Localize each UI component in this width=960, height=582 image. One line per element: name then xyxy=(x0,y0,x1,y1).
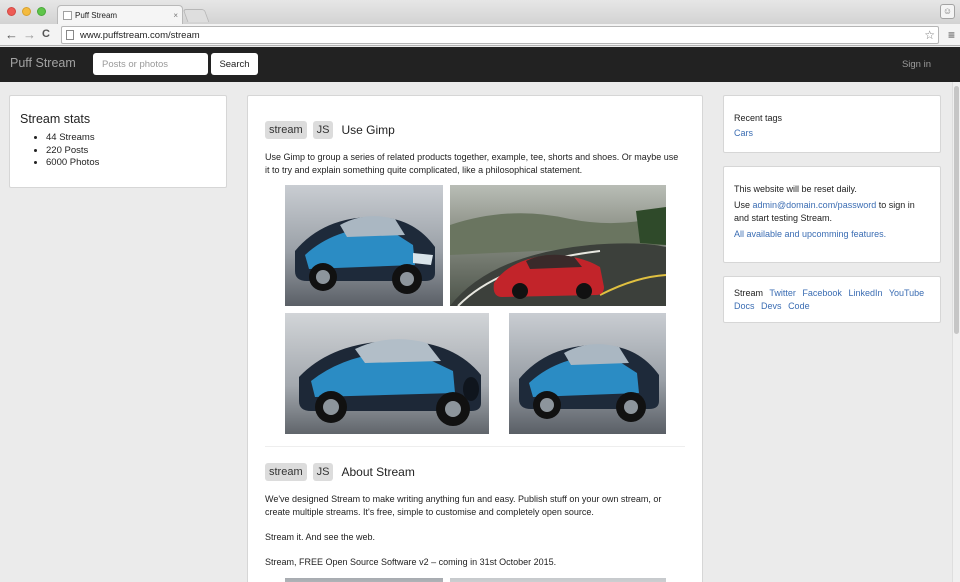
bookmark-star-icon[interactable]: ☆ xyxy=(924,28,938,42)
search-button[interactable]: Search xyxy=(211,53,258,75)
minimize-window-button[interactable] xyxy=(22,7,31,16)
notice-prefix: Use xyxy=(734,200,753,210)
twitter-link[interactable]: Twitter xyxy=(769,288,796,298)
admin-credentials-link[interactable]: admin@domain.com/password xyxy=(753,200,877,210)
car-photo-next[interactable] xyxy=(285,578,443,582)
reset-notice-title: This website will be reset daily. xyxy=(734,184,857,194)
reload-icon[interactable]: C xyxy=(42,26,50,43)
post-paragraph: Stream it. And see the web. xyxy=(265,532,376,542)
tag-stream[interactable]: stream xyxy=(265,121,307,139)
recent-tags-title: Recent tags xyxy=(734,113,783,123)
car-photo-blue-supercar[interactable] xyxy=(285,185,443,306)
car-photo-blue-supercar-front[interactable] xyxy=(285,313,489,434)
stream-stats-title: Stream stats xyxy=(20,112,91,126)
tag-js[interactable]: JS xyxy=(312,121,334,139)
post-paragraph: Use Gimp to group a series of related pr… xyxy=(265,152,679,175)
post-title[interactable]: About Stream xyxy=(341,465,414,479)
profile-icon[interactable]: ☺ xyxy=(940,4,955,19)
address-url[interactable]: www.puffstream.com/stream xyxy=(80,30,924,41)
post-paragraph: Stream, FREE Open Source Software v2 – c… xyxy=(265,557,557,567)
code-link[interactable]: Code xyxy=(788,301,810,311)
stat-streams: 44 Streams xyxy=(46,132,216,145)
browser-tab-title: Puff Stream xyxy=(75,10,118,20)
new-tab-button[interactable] xyxy=(182,9,210,22)
page-icon xyxy=(66,30,74,40)
zoom-window-button[interactable] xyxy=(37,7,46,16)
browser-tab[interactable]: Puff Stream × xyxy=(57,5,183,24)
recent-tags-panel: Recent tags Cars xyxy=(723,95,941,153)
page-scrollbar[interactable] xyxy=(952,82,960,582)
post-paragraph: We've designed Stream to make writing an… xyxy=(265,494,662,517)
stream-feed: stream JS Use Gimp Use Gimp to group a s… xyxy=(247,95,703,582)
footer-links-panel: Stream Twitter Facebook LinkedIn YouTube… xyxy=(723,276,941,323)
scrollbar-thumb[interactable] xyxy=(954,86,959,334)
page-favicon-icon xyxy=(63,10,72,20)
window-controls xyxy=(7,7,46,16)
recent-tag-cars[interactable]: Cars xyxy=(734,128,930,138)
facebook-link[interactable]: Facebook xyxy=(802,288,842,298)
back-icon[interactable]: ← xyxy=(5,26,18,43)
reset-notice-panel: This website will be reset daily. Use ad… xyxy=(723,166,941,263)
linkedin-link[interactable]: LinkedIn xyxy=(848,288,882,298)
close-window-button[interactable] xyxy=(7,7,16,16)
forward-icon[interactable]: → xyxy=(23,26,36,43)
post-divider xyxy=(265,446,685,447)
reset-notice-text: Use admin@domain.com/password to sign in… xyxy=(734,199,930,224)
browser-menu-icon[interactable]: ≡ xyxy=(948,28,955,42)
footer-stream-label: Stream xyxy=(734,288,764,298)
youtube-link[interactable]: YouTube xyxy=(889,288,924,298)
stat-photos: 6000 Photos xyxy=(46,157,216,170)
browser-tabstrip: Puff Stream × ☺ xyxy=(0,0,960,24)
car-photo-next[interactable] xyxy=(450,578,666,582)
docs-link[interactable]: Docs xyxy=(734,301,755,311)
post-about-stream: stream JS About Stream We've designed St… xyxy=(265,463,685,581)
devs-link[interactable]: Devs xyxy=(761,301,782,311)
brand-logo[interactable]: Puff Stream xyxy=(10,56,76,70)
post-body: We've designed Stream to make writing an… xyxy=(265,493,685,569)
stream-stats-list: 44 Streams 220 Posts 6000 Photos xyxy=(20,132,216,170)
car-photo-red-sports-car[interactable] xyxy=(450,185,666,306)
sign-in-link[interactable]: Sign in xyxy=(902,59,931,70)
post-body: Use Gimp to group a series of related pr… xyxy=(265,151,685,177)
car-photo-blue-supercar-side[interactable] xyxy=(509,313,666,434)
browser-toolbar: ← → C www.puffstream.com/stream ☆ ≡ xyxy=(0,24,960,46)
tag-stream[interactable]: stream xyxy=(265,463,307,481)
post-title[interactable]: Use Gimp xyxy=(341,123,394,137)
search-input[interactable] xyxy=(93,53,208,75)
tag-js[interactable]: JS xyxy=(312,463,334,481)
stat-posts: 220 Posts xyxy=(46,145,216,158)
features-link[interactable]: All available and upcomming features. xyxy=(734,229,930,239)
stream-stats-panel: Stream stats 44 Streams 220 Posts 6000 P… xyxy=(9,95,227,188)
post-header: stream JS About Stream xyxy=(265,463,685,481)
post-header: stream JS Use Gimp xyxy=(265,121,685,139)
address-bar[interactable]: www.puffstream.com/stream ☆ xyxy=(61,26,939,44)
close-tab-icon[interactable]: × xyxy=(173,11,178,20)
site-navbar: Puff Stream Search Sign in xyxy=(0,47,960,82)
post-use-gimp: stream JS Use Gimp Use Gimp to group a s… xyxy=(265,121,685,189)
